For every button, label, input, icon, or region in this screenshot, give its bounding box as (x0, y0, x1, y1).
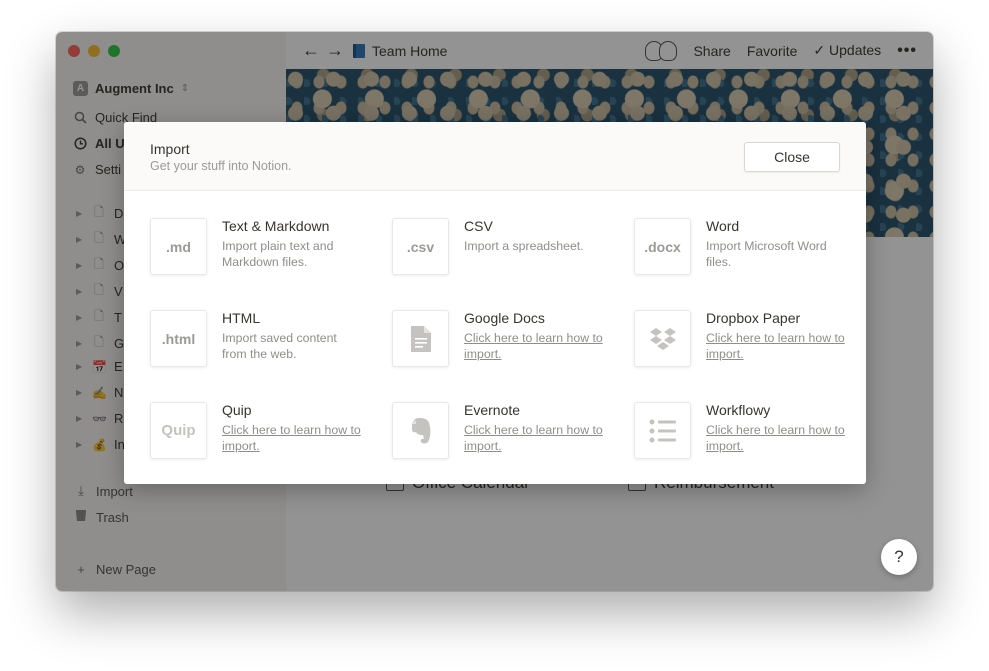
google-docs-icon (392, 310, 449, 367)
import-option-evernote[interactable]: Evernote Click here to learn how to impo… (392, 402, 614, 466)
option-description: Import plain text and Markdown files. (222, 239, 334, 269)
learn-how-link[interactable]: Click here to learn how to import. (706, 422, 846, 454)
import-option-dropbox-paper[interactable]: Dropbox Paper Click here to learn how to… (634, 310, 856, 374)
evernote-elephant-icon (392, 402, 449, 459)
dropbox-icon (634, 310, 691, 367)
import-option-quip[interactable]: Quip Quip Click here to learn how to imp… (150, 402, 372, 466)
option-title: Quip (222, 402, 252, 418)
markdown-file-icon: .md (150, 218, 207, 275)
option-title: CSV (464, 218, 493, 234)
option-description: Import a spreadsheet. (464, 239, 584, 253)
help-button[interactable]: ? (881, 539, 917, 575)
csv-file-icon: .csv (392, 218, 449, 275)
option-title: HTML (222, 310, 261, 326)
option-description: Import saved content from the web. (222, 331, 337, 361)
option-title: Dropbox Paper (706, 310, 801, 326)
import-option-markdown[interactable]: .md Text & Markdown Import plain text an… (150, 218, 372, 282)
option-title: Text & Markdown (222, 218, 330, 234)
learn-how-link[interactable]: Click here to learn how to import. (706, 330, 846, 362)
option-title: Evernote (464, 402, 521, 418)
option-title: Google Docs (464, 310, 545, 326)
learn-how-link[interactable]: Click here to learn how to import. (222, 422, 362, 454)
close-button[interactable]: Close (744, 142, 840, 172)
quip-logo-icon: Quip (150, 402, 207, 459)
modal-header: Import Get your stuff into Notion. Close (124, 122, 866, 191)
import-option-google-docs[interactable]: Google Docs Click here to learn how to i… (392, 310, 614, 374)
modal-title: Import (150, 141, 190, 157)
learn-how-link[interactable]: Click here to learn how to import. (464, 422, 604, 454)
option-title: Word (706, 218, 740, 234)
import-option-html[interactable]: .html HTML Import saved content from the… (150, 310, 372, 374)
import-option-workflowy[interactable]: Workflowy Click here to learn how to imp… (634, 402, 856, 466)
html-file-icon: .html (150, 310, 207, 367)
option-title: Workflowy (706, 402, 771, 418)
option-description: Import Microsoft Word files. (706, 239, 827, 269)
docx-file-icon: .docx (634, 218, 691, 275)
import-option-word[interactable]: .docx Word Import Microsoft Word files. (634, 218, 856, 282)
import-modal: Import Get your stuff into Notion. Close… (124, 122, 866, 484)
bulleted-list-icon (634, 402, 691, 459)
learn-how-link[interactable]: Click here to learn how to import. (464, 330, 604, 362)
modal-subtitle: Get your stuff into Notion. (150, 159, 292, 173)
import-option-csv[interactable]: .csv CSV Import a spreadsheet. (392, 218, 614, 282)
